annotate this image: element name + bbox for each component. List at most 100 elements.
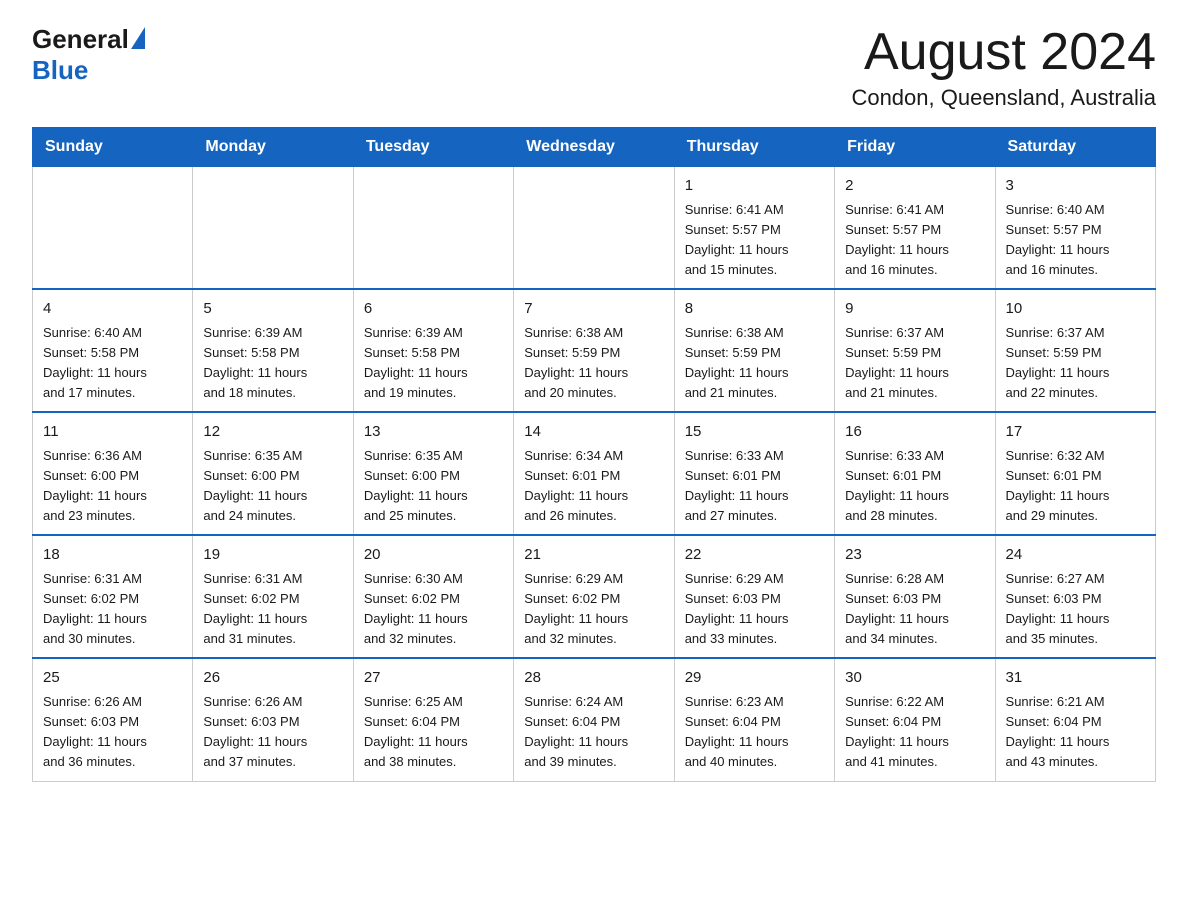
- logo-general: General: [32, 24, 129, 55]
- day-info: Sunrise: 6:38 AMSunset: 5:59 PMDaylight:…: [685, 323, 824, 404]
- day-info: Sunrise: 6:26 AMSunset: 6:03 PMDaylight:…: [203, 692, 342, 773]
- day-info: Sunrise: 6:36 AMSunset: 6:00 PMDaylight:…: [43, 446, 182, 527]
- day-number: 27: [364, 667, 503, 690]
- day-number: 7: [524, 298, 663, 321]
- calendar-cell: 8Sunrise: 6:38 AMSunset: 5:59 PMDaylight…: [674, 289, 834, 412]
- logo-triangle-icon: [131, 27, 145, 49]
- day-info: Sunrise: 6:41 AMSunset: 5:57 PMDaylight:…: [685, 200, 824, 281]
- calendar-header-monday: Monday: [193, 128, 353, 167]
- calendar-cell: 15Sunrise: 6:33 AMSunset: 6:01 PMDayligh…: [674, 412, 834, 535]
- day-number: 30: [845, 667, 984, 690]
- day-info: Sunrise: 6:41 AMSunset: 5:57 PMDaylight:…: [845, 200, 984, 281]
- day-number: 22: [685, 544, 824, 567]
- day-info: Sunrise: 6:35 AMSunset: 6:00 PMDaylight:…: [364, 446, 503, 527]
- day-info: Sunrise: 6:33 AMSunset: 6:01 PMDaylight:…: [685, 446, 824, 527]
- day-info: Sunrise: 6:33 AMSunset: 6:01 PMDaylight:…: [845, 446, 984, 527]
- day-number: 24: [1006, 544, 1145, 567]
- day-number: 6: [364, 298, 503, 321]
- day-info: Sunrise: 6:31 AMSunset: 6:02 PMDaylight:…: [43, 569, 182, 650]
- calendar-week-3: 11Sunrise: 6:36 AMSunset: 6:00 PMDayligh…: [33, 412, 1156, 535]
- calendar-cell: 30Sunrise: 6:22 AMSunset: 6:04 PMDayligh…: [835, 658, 995, 781]
- calendar-header-row: SundayMondayTuesdayWednesdayThursdayFrid…: [33, 128, 1156, 167]
- calendar-cell: 2Sunrise: 6:41 AMSunset: 5:57 PMDaylight…: [835, 167, 995, 290]
- calendar-cell: 16Sunrise: 6:33 AMSunset: 6:01 PMDayligh…: [835, 412, 995, 535]
- calendar-header-saturday: Saturday: [995, 128, 1155, 167]
- day-number: 13: [364, 421, 503, 444]
- calendar-week-5: 25Sunrise: 6:26 AMSunset: 6:03 PMDayligh…: [33, 658, 1156, 781]
- day-info: Sunrise: 6:24 AMSunset: 6:04 PMDaylight:…: [524, 692, 663, 773]
- calendar-cell: 9Sunrise: 6:37 AMSunset: 5:59 PMDaylight…: [835, 289, 995, 412]
- day-number: 3: [1006, 175, 1145, 198]
- calendar-cell: 7Sunrise: 6:38 AMSunset: 5:59 PMDaylight…: [514, 289, 674, 412]
- calendar-cell: [353, 167, 513, 290]
- day-info: Sunrise: 6:40 AMSunset: 5:57 PMDaylight:…: [1006, 200, 1145, 281]
- calendar-cell: 28Sunrise: 6:24 AMSunset: 6:04 PMDayligh…: [514, 658, 674, 781]
- day-info: Sunrise: 6:31 AMSunset: 6:02 PMDaylight:…: [203, 569, 342, 650]
- calendar-cell: 11Sunrise: 6:36 AMSunset: 6:00 PMDayligh…: [33, 412, 193, 535]
- day-number: 10: [1006, 298, 1145, 321]
- calendar-cell: 18Sunrise: 6:31 AMSunset: 6:02 PMDayligh…: [33, 535, 193, 658]
- location-subtitle: Condon, Queensland, Australia: [851, 85, 1156, 111]
- calendar-header-thursday: Thursday: [674, 128, 834, 167]
- day-info: Sunrise: 6:37 AMSunset: 5:59 PMDaylight:…: [1006, 323, 1145, 404]
- calendar-cell: 4Sunrise: 6:40 AMSunset: 5:58 PMDaylight…: [33, 289, 193, 412]
- day-info: Sunrise: 6:27 AMSunset: 6:03 PMDaylight:…: [1006, 569, 1145, 650]
- title-section: August 2024 Condon, Queensland, Australi…: [851, 24, 1156, 111]
- day-info: Sunrise: 6:29 AMSunset: 6:02 PMDaylight:…: [524, 569, 663, 650]
- day-number: 4: [43, 298, 182, 321]
- day-info: Sunrise: 6:34 AMSunset: 6:01 PMDaylight:…: [524, 446, 663, 527]
- day-info: Sunrise: 6:39 AMSunset: 5:58 PMDaylight:…: [203, 323, 342, 404]
- calendar-header-tuesday: Tuesday: [353, 128, 513, 167]
- calendar-week-1: 1Sunrise: 6:41 AMSunset: 5:57 PMDaylight…: [33, 167, 1156, 290]
- calendar-week-4: 18Sunrise: 6:31 AMSunset: 6:02 PMDayligh…: [33, 535, 1156, 658]
- day-number: 21: [524, 544, 663, 567]
- day-number: 14: [524, 421, 663, 444]
- day-info: Sunrise: 6:28 AMSunset: 6:03 PMDaylight:…: [845, 569, 984, 650]
- day-info: Sunrise: 6:25 AMSunset: 6:04 PMDaylight:…: [364, 692, 503, 773]
- day-info: Sunrise: 6:26 AMSunset: 6:03 PMDaylight:…: [43, 692, 182, 773]
- day-number: 19: [203, 544, 342, 567]
- day-info: Sunrise: 6:21 AMSunset: 6:04 PMDaylight:…: [1006, 692, 1145, 773]
- day-number: 11: [43, 421, 182, 444]
- calendar-header-friday: Friday: [835, 128, 995, 167]
- logo-blue: Blue: [32, 55, 145, 86]
- day-number: 16: [845, 421, 984, 444]
- calendar-cell: 25Sunrise: 6:26 AMSunset: 6:03 PMDayligh…: [33, 658, 193, 781]
- calendar-cell: 10Sunrise: 6:37 AMSunset: 5:59 PMDayligh…: [995, 289, 1155, 412]
- day-number: 23: [845, 544, 984, 567]
- day-info: Sunrise: 6:40 AMSunset: 5:58 PMDaylight:…: [43, 323, 182, 404]
- day-info: Sunrise: 6:39 AMSunset: 5:58 PMDaylight:…: [364, 323, 503, 404]
- calendar-cell: 29Sunrise: 6:23 AMSunset: 6:04 PMDayligh…: [674, 658, 834, 781]
- day-number: 15: [685, 421, 824, 444]
- calendar-cell: 1Sunrise: 6:41 AMSunset: 5:57 PMDaylight…: [674, 167, 834, 290]
- day-number: 1: [685, 175, 824, 198]
- day-info: Sunrise: 6:30 AMSunset: 6:02 PMDaylight:…: [364, 569, 503, 650]
- day-number: 31: [1006, 667, 1145, 690]
- calendar-cell: 13Sunrise: 6:35 AMSunset: 6:00 PMDayligh…: [353, 412, 513, 535]
- day-info: Sunrise: 6:22 AMSunset: 6:04 PMDaylight:…: [845, 692, 984, 773]
- day-number: 18: [43, 544, 182, 567]
- day-number: 9: [845, 298, 984, 321]
- day-number: 29: [685, 667, 824, 690]
- day-number: 5: [203, 298, 342, 321]
- calendar-week-2: 4Sunrise: 6:40 AMSunset: 5:58 PMDaylight…: [33, 289, 1156, 412]
- day-info: Sunrise: 6:23 AMSunset: 6:04 PMDaylight:…: [685, 692, 824, 773]
- day-info: Sunrise: 6:32 AMSunset: 6:01 PMDaylight:…: [1006, 446, 1145, 527]
- calendar-cell: 17Sunrise: 6:32 AMSunset: 6:01 PMDayligh…: [995, 412, 1155, 535]
- calendar-cell: [514, 167, 674, 290]
- main-title: August 2024: [851, 24, 1156, 81]
- calendar-cell: [193, 167, 353, 290]
- calendar-cell: [33, 167, 193, 290]
- day-info: Sunrise: 6:35 AMSunset: 6:00 PMDaylight:…: [203, 446, 342, 527]
- day-number: 26: [203, 667, 342, 690]
- calendar-cell: 21Sunrise: 6:29 AMSunset: 6:02 PMDayligh…: [514, 535, 674, 658]
- day-number: 25: [43, 667, 182, 690]
- day-number: 28: [524, 667, 663, 690]
- calendar-table: SundayMondayTuesdayWednesdayThursdayFrid…: [32, 127, 1156, 781]
- calendar-cell: 12Sunrise: 6:35 AMSunset: 6:00 PMDayligh…: [193, 412, 353, 535]
- calendar-cell: 19Sunrise: 6:31 AMSunset: 6:02 PMDayligh…: [193, 535, 353, 658]
- calendar-cell: 6Sunrise: 6:39 AMSunset: 5:58 PMDaylight…: [353, 289, 513, 412]
- logo: General Blue: [32, 24, 145, 86]
- day-info: Sunrise: 6:29 AMSunset: 6:03 PMDaylight:…: [685, 569, 824, 650]
- calendar-cell: 14Sunrise: 6:34 AMSunset: 6:01 PMDayligh…: [514, 412, 674, 535]
